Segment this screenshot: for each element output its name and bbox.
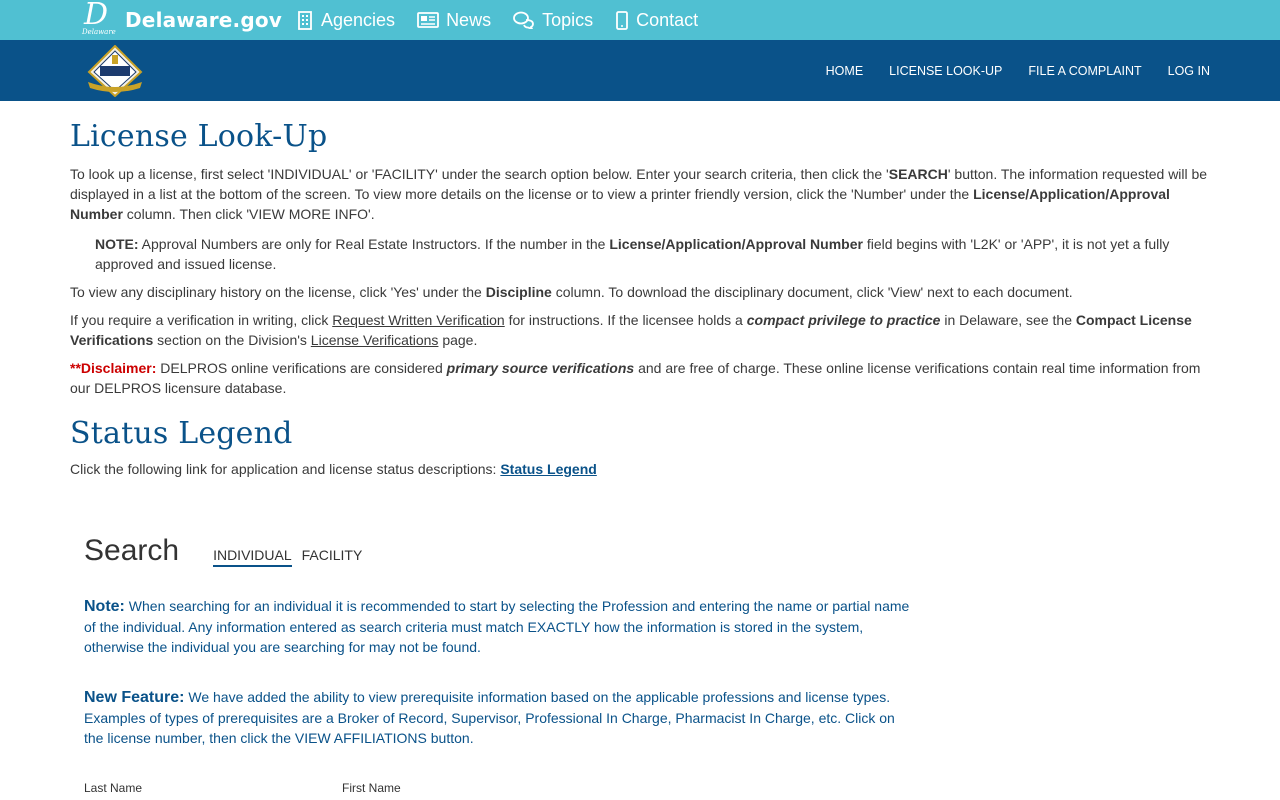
search-field-labels: Last Name First Name xyxy=(84,781,914,795)
mobile-phone-icon xyxy=(616,10,629,30)
nav-news[interactable]: News xyxy=(417,10,491,31)
search-panel: Search INDIVIDUAL FACILITY Note: When se… xyxy=(84,534,914,795)
verification-paragraph: If you require a verification in writing… xyxy=(70,312,1192,348)
license-verifications-link[interactable]: License Verifications xyxy=(311,332,439,348)
new-feature-note: New Feature: We have added the ability t… xyxy=(84,689,895,746)
nav-license-look-up[interactable]: LICENSE LOOK-UP xyxy=(889,64,1002,78)
search-header: Search INDIVIDUAL FACILITY xyxy=(84,534,914,568)
building-icon xyxy=(298,10,312,30)
nav-contact[interactable]: Contact xyxy=(615,10,698,31)
disclaimer-paragraph: **Disclaimer: DELPROS online verificatio… xyxy=(70,360,1201,396)
discipline-paragraph: To view any disciplinary history on the … xyxy=(70,284,1073,300)
tab-individual[interactable]: INDIVIDUAL xyxy=(213,547,292,567)
main-content: License Look-Up To look up a license, fi… xyxy=(70,101,1210,479)
status-legend-paragraph: Click the following link for application… xyxy=(70,461,597,477)
delaware-d-logo-icon: D Delaware xyxy=(82,0,116,36)
state-top-bar: D Delaware Delaware.gov Agencies News To… xyxy=(0,0,1280,40)
tab-facility[interactable]: FACILITY xyxy=(302,547,363,567)
search-title: Search xyxy=(84,534,180,567)
professional-regulation-logo[interactable] xyxy=(86,45,144,97)
state-nav: Agencies News Topics Contact xyxy=(296,0,720,40)
chat-bubbles-icon xyxy=(513,11,534,29)
status-legend-link[interactable]: Status Legend xyxy=(500,461,596,477)
nav-agencies[interactable]: Agencies xyxy=(296,10,395,31)
nav-home[interactable]: HOME xyxy=(826,64,864,78)
site-name: Delaware.gov xyxy=(125,8,283,32)
delaware-gov-logo[interactable]: D Delaware Delaware.gov xyxy=(82,0,283,38)
last-name-label: Last Name xyxy=(84,781,143,795)
nav-log-in[interactable]: LOG IN xyxy=(1168,64,1210,78)
status-legend-heading: Status Legend xyxy=(70,416,293,451)
intro-paragraph: To look up a license, first select 'INDI… xyxy=(70,166,1208,222)
nav-topics-label: Topics xyxy=(542,9,594,30)
page-title: License Look-Up xyxy=(70,119,328,154)
nav-file-a-complaint[interactable]: FILE A COMPLAINT xyxy=(1028,64,1141,78)
approval-note: NOTE: Approval Numbers are only for Real… xyxy=(95,236,1170,272)
agency-header: HOME LICENSE LOOK-UP FILE A COMPLAINT LO… xyxy=(0,40,1280,101)
newspaper-icon xyxy=(417,12,439,28)
nav-agencies-label: Agencies xyxy=(321,9,396,30)
nav-topics[interactable]: Topics xyxy=(513,10,593,31)
nav-news-label: News xyxy=(446,9,492,30)
agency-nav: HOME LICENSE LOOK-UP FILE A COMPLAINT LO… xyxy=(800,40,1210,101)
nav-contact-label: Contact xyxy=(636,9,699,30)
request-written-verification-link[interactable]: Request Written Verification xyxy=(332,312,505,328)
search-type-tabs: INDIVIDUAL FACILITY xyxy=(213,547,372,567)
search-note: Note: When searching for an individual i… xyxy=(84,598,910,655)
first-name-label: First Name xyxy=(342,781,401,795)
